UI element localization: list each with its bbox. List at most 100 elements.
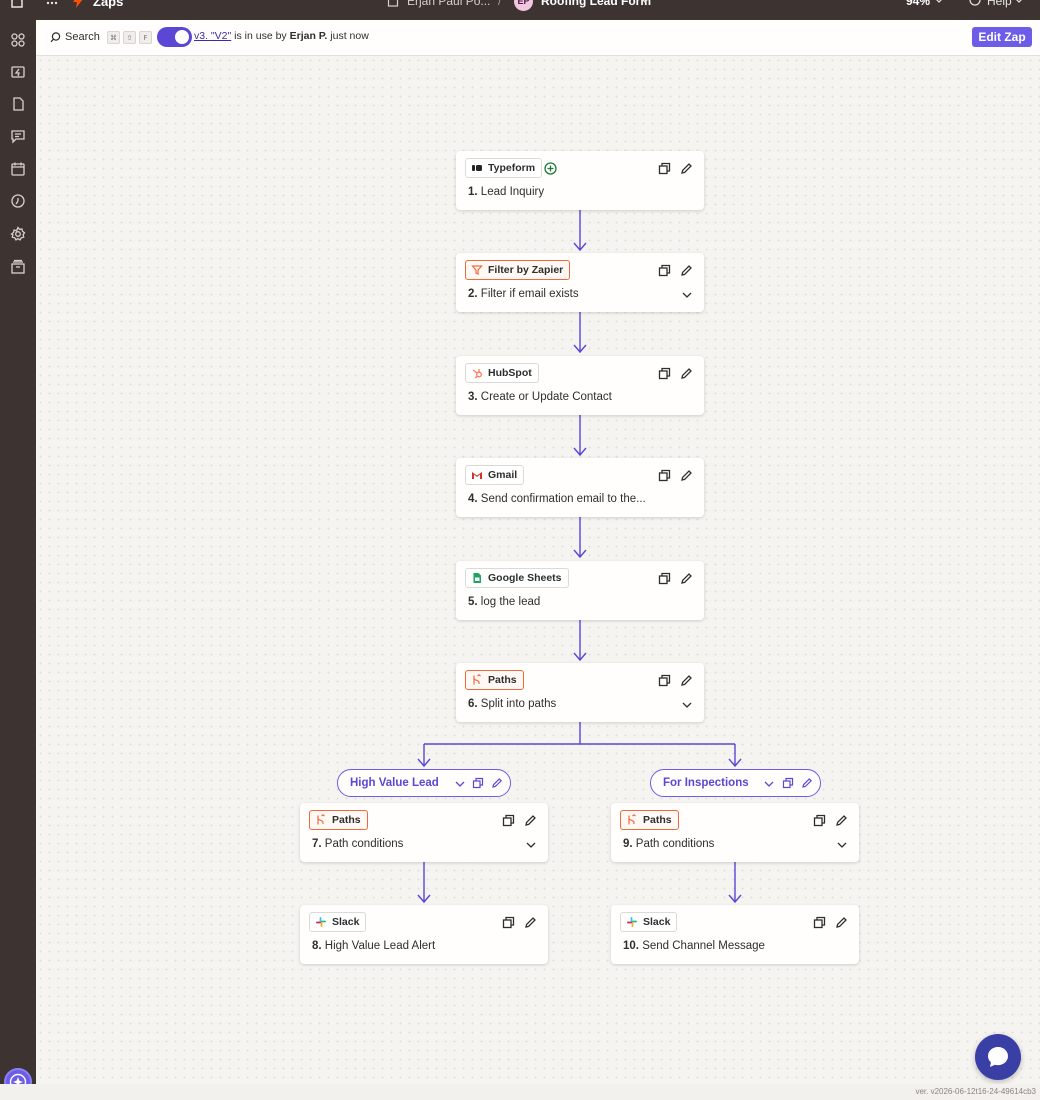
copy-icon[interactable] xyxy=(658,469,671,482)
chevron-down-icon[interactable] xyxy=(641,0,649,3)
step-number: 3. xyxy=(468,391,478,403)
copy-icon[interactable] xyxy=(658,572,671,585)
edit-icon[interactable] xyxy=(524,814,537,827)
workflow-canvas[interactable]: Typeform 1. Lead Inquiry Filter by Zapie… xyxy=(36,56,1040,1084)
app-name: Google Sheets xyxy=(488,572,562,584)
app-chip[interactable]: Filter by Zapier xyxy=(465,260,571,280)
history-icon[interactable] xyxy=(10,193,26,209)
step-card-9[interactable]: Paths 9. Path conditions xyxy=(611,803,859,862)
step-title: 10. Send Channel Message xyxy=(623,940,765,952)
edit-icon[interactable] xyxy=(835,814,848,827)
step-number: 4. xyxy=(468,493,478,505)
chevron-down-icon[interactable] xyxy=(455,781,465,787)
breadcrumb-folder[interactable]: Erjan Paul Po... xyxy=(407,0,490,8)
search-icon[interactable] xyxy=(50,32,61,43)
step-title: 4. Send confirmation email to the... xyxy=(468,493,646,505)
document-icon[interactable] xyxy=(10,96,26,112)
help-menu[interactable]: Help xyxy=(987,0,1012,8)
chevron-down-icon[interactable] xyxy=(1015,0,1023,3)
apps-icon[interactable] xyxy=(10,32,26,48)
app-chip[interactable]: Paths xyxy=(309,810,368,830)
chevron-down-icon[interactable] xyxy=(764,781,774,787)
edit-icon[interactable] xyxy=(835,916,848,929)
path-branch-high-value-lead[interactable]: High Value Lead xyxy=(337,769,511,797)
copy-icon[interactable] xyxy=(813,814,826,827)
copy-icon[interactable] xyxy=(502,814,515,827)
copy-icon[interactable] xyxy=(782,777,794,789)
support-chat-button[interactable] xyxy=(975,1034,1021,1080)
app-chip[interactable]: Gmail xyxy=(465,465,525,485)
step-title: 1. Lead Inquiry xyxy=(468,186,544,198)
copy-icon[interactable] xyxy=(658,162,671,175)
step-card-5[interactable]: Google Sheets 5. log the lead xyxy=(456,561,704,620)
app-chip[interactable]: Paths xyxy=(465,670,524,690)
app-chip[interactable]: Slack xyxy=(620,912,678,932)
search-button[interactable]: Search xyxy=(65,31,100,43)
app-name: Typeform xyxy=(488,162,536,174)
edit-icon[interactable] xyxy=(680,469,693,482)
app-chip[interactable]: HubSpot xyxy=(465,363,539,383)
app-chip[interactable]: Google Sheets xyxy=(465,568,569,588)
step-card-3[interactable]: HubSpot 3. Create or Update Contact xyxy=(456,356,704,415)
step-title: 6. Split into paths xyxy=(468,698,556,710)
chevron-down-icon[interactable] xyxy=(935,0,943,3)
edit-icon[interactable] xyxy=(680,674,693,687)
edit-icon[interactable] xyxy=(680,572,693,585)
edit-icon[interactable] xyxy=(680,162,693,175)
archive-icon[interactable] xyxy=(10,259,26,275)
copy-icon[interactable] xyxy=(658,264,671,277)
calendar-icon[interactable] xyxy=(10,161,26,177)
home-icon[interactable] xyxy=(10,0,24,8)
step-card-6[interactable]: Paths 6. Split into paths xyxy=(456,663,704,722)
chevron-down-icon[interactable] xyxy=(682,702,692,708)
step-name: High Value Lead Alert xyxy=(324,940,436,952)
app-title[interactable]: Zaps xyxy=(93,0,123,9)
edit-icon[interactable] xyxy=(680,264,693,277)
step-card-7[interactable]: Paths 7. Path conditions xyxy=(300,803,548,862)
version-link[interactable]: v3. "V2" xyxy=(194,30,231,42)
chevron-down-icon[interactable] xyxy=(837,842,847,848)
edit-icon[interactable] xyxy=(680,367,693,380)
gmail-icon xyxy=(472,472,482,479)
paths-icon xyxy=(473,674,481,685)
app-chip[interactable]: Paths xyxy=(620,810,679,830)
copy-icon[interactable] xyxy=(502,916,515,929)
step-title: 9. Path conditions xyxy=(623,838,714,850)
step-card-10[interactable]: Slack 10. Send Channel Message xyxy=(611,905,859,964)
step-card-2[interactable]: Filter by Zapier 2. Filter if email exis… xyxy=(456,253,704,312)
copy-icon[interactable] xyxy=(813,916,826,929)
version-status-text: is in use by xyxy=(231,30,290,42)
step-card-1[interactable]: Typeform 1. Lead Inquiry xyxy=(456,151,704,210)
build-version: ver. v2026-06-12t16-24-49614cb3 xyxy=(915,1087,1036,1096)
apps-grid-icon[interactable] xyxy=(46,0,58,6)
chevron-down-icon[interactable] xyxy=(682,292,692,298)
zap-name-dropdown[interactable]: Roofing Lead Form xyxy=(541,0,651,8)
add-circle-icon[interactable] xyxy=(544,162,557,175)
step-name: Split into paths xyxy=(480,698,557,710)
zoom-level[interactable]: 94% xyxy=(906,0,930,8)
edit-icon[interactable] xyxy=(524,916,537,929)
step-title: 2. Filter if email exists xyxy=(468,288,579,300)
zap-history-icon[interactable] xyxy=(10,64,26,80)
settings-icon[interactable] xyxy=(10,226,26,242)
help-icon[interactable] xyxy=(969,0,981,6)
step-card-8[interactable]: Slack 8. High Value Lead Alert xyxy=(300,905,548,964)
edit-icon[interactable] xyxy=(491,777,503,789)
breadcrumb-separator: / xyxy=(498,0,502,8)
step-card-4[interactable]: Gmail 4. Send confirmation email to the.… xyxy=(456,458,704,517)
zap-on-toggle[interactable] xyxy=(157,27,192,47)
shortcut-key: ⌘ xyxy=(107,31,120,44)
app-chip[interactable]: Typeform xyxy=(465,158,543,178)
copy-icon[interactable] xyxy=(658,674,671,687)
app-chip[interactable]: Slack xyxy=(309,912,367,932)
app-name: Paths xyxy=(488,674,517,686)
chat-icon[interactable] xyxy=(10,128,26,144)
step-title: 3. Create or Update Contact xyxy=(468,391,612,403)
copy-icon[interactable] xyxy=(658,367,671,380)
edit-icon[interactable] xyxy=(801,777,813,789)
chevron-down-icon[interactable] xyxy=(526,842,536,848)
app-name: Gmail xyxy=(488,469,518,481)
path-branch-for-inspections[interactable]: For Inspections xyxy=(650,769,821,797)
edit-zap-button[interactable]: Edit Zap xyxy=(972,27,1032,47)
copy-icon[interactable] xyxy=(472,777,484,789)
